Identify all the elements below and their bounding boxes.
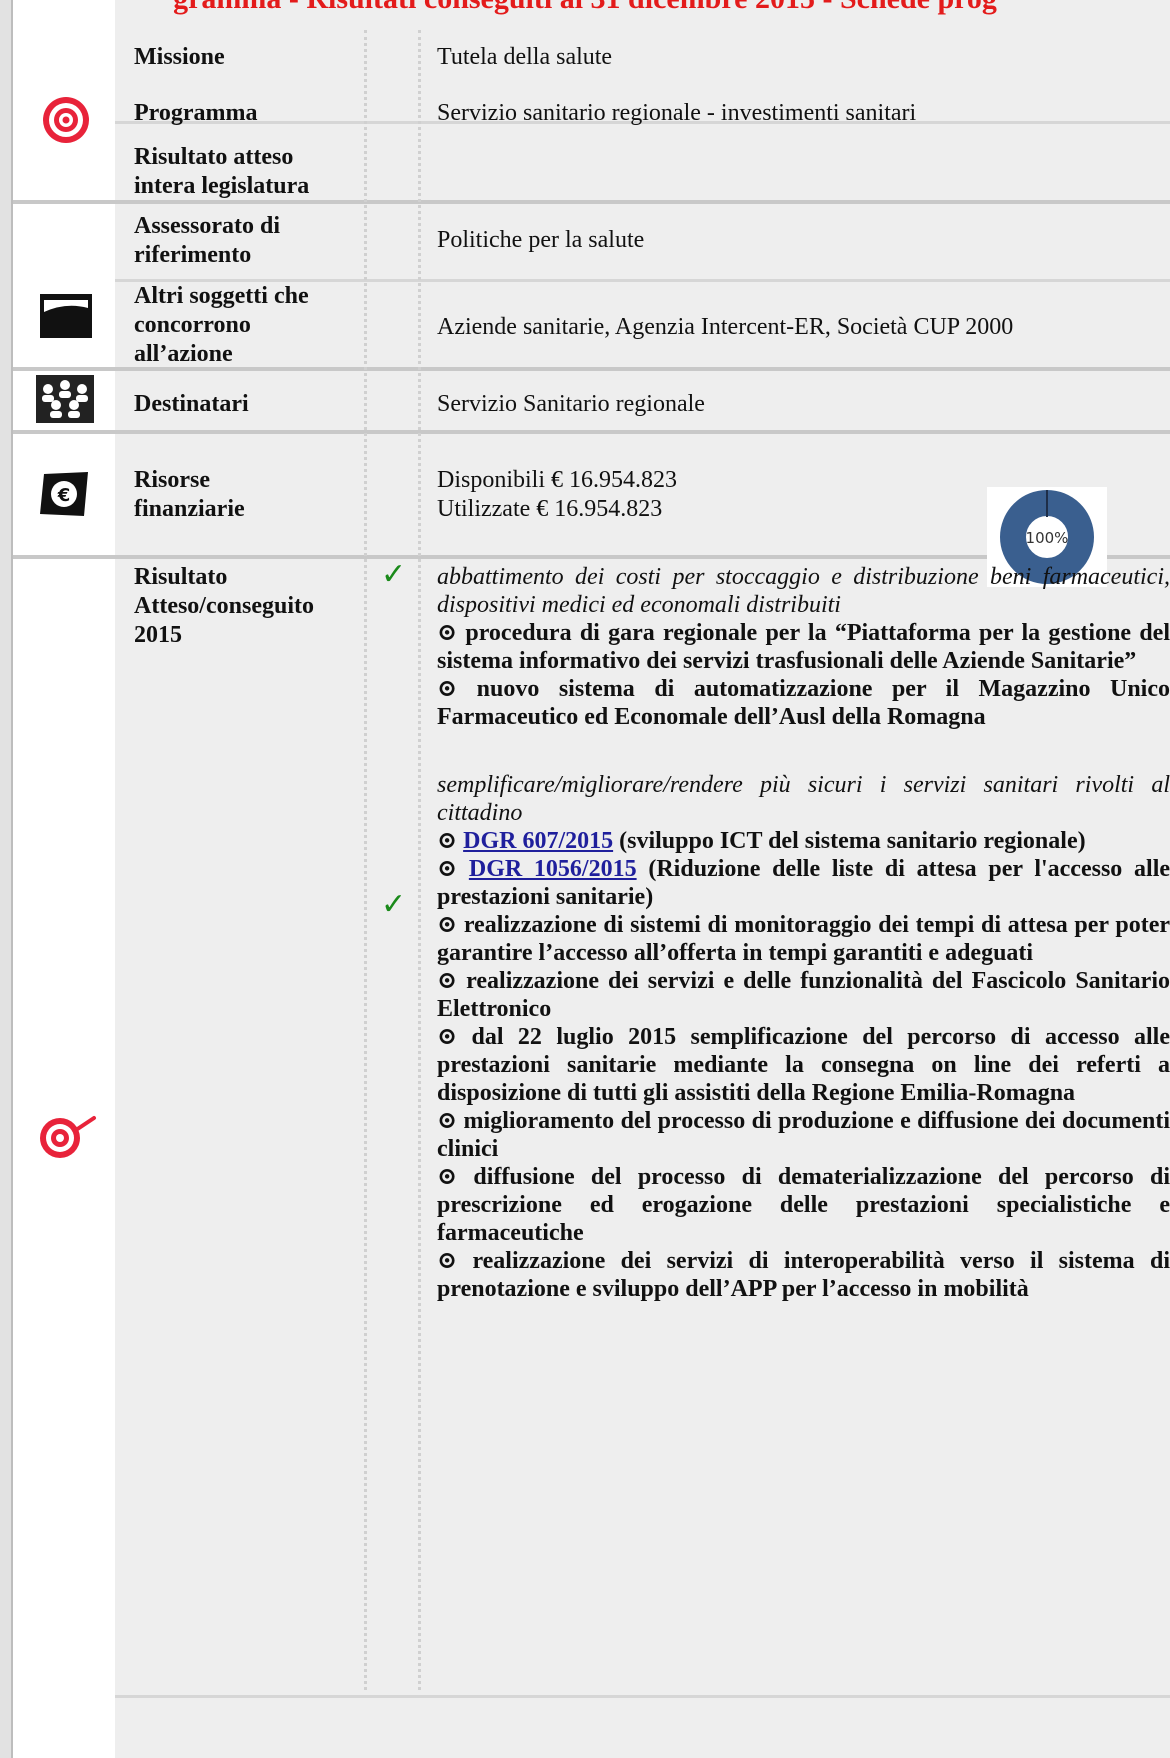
result-item: ⊙ DGR 1056/2015 (Riduzione delle liste d… <box>437 855 1170 911</box>
label-line: Atteso/conseguito <box>134 593 314 619</box>
value-missione: Tutela della salute <box>437 44 613 70</box>
label-line: 2015 <box>134 622 182 648</box>
results-text: abbattimento dei costi per stoccaggio e … <box>437 563 1170 1303</box>
check-icon: ✓ <box>381 888 407 921</box>
result-item: ⊙ DGR 607/2015 (sviluppo ICT del sistema… <box>437 827 1170 855</box>
result-item-text: realizzazione di sistemi di monitoraggio… <box>437 912 1170 966</box>
result-item: ⊙ realizzazione dei servizi di interoper… <box>437 1247 1170 1303</box>
label-line: Assessorato di <box>134 213 281 239</box>
result-item: ⊙ dal 22 luglio 2015 semplificazione del… <box>437 1023 1170 1107</box>
left-frame-border <box>0 0 13 1758</box>
result-item-text: realizzazione dei servizi di interoperab… <box>437 1248 1170 1302</box>
result-item: ⊙ nuovo sistema di automatizzazione per … <box>437 675 1170 731</box>
value-programma: Servizio sanitario regionale - investime… <box>437 100 917 126</box>
label-programma: Programma <box>134 100 258 126</box>
label-risorse: Risorse finanziarie <box>134 466 245 524</box>
bullet-icon: ⊙ <box>437 1164 458 1190</box>
risorse-disponibili: Disponibili € 16.954.823 <box>437 467 678 493</box>
results-intro: abbattimento dei costi per stoccaggio e … <box>437 564 1170 618</box>
value-destinatari: Servizio Sanitario regionale <box>437 391 705 417</box>
label-destinatari: Destinatari <box>134 391 249 417</box>
bullet-icon: ⊙ <box>437 620 458 646</box>
label-line: Risorse <box>134 467 210 493</box>
page-title: gramma - Risultati conseguiti al 31 dice… <box>0 0 1170 22</box>
label-risultato-2015: Risultato Atteso/conseguito 2015 <box>134 563 314 650</box>
result-item-text: miglioramento del processo di produzione… <box>437 1108 1170 1162</box>
label-line: Risultato <box>134 564 228 590</box>
result-item: ⊙ miglioramento del processo di produzio… <box>437 1107 1170 1163</box>
check-icon: ✓ <box>381 558 407 591</box>
section-separator <box>13 430 1170 434</box>
result-item: ⊙ diffusione del processo di demateriali… <box>437 1163 1170 1247</box>
dgr-607-link[interactable]: DGR 607/2015 <box>463 828 613 854</box>
chart-center-label: 100% <box>1026 529 1069 547</box>
label-line: riferimento <box>134 242 252 268</box>
bullet-icon: ⊙ <box>437 1024 458 1050</box>
result-item-text: nuovo sistema di automatizzazione per il… <box>437 676 1170 730</box>
value-altri-soggetti: Aziende sanitarie, Agenzia Intercent-ER,… <box>437 314 1014 340</box>
result-item: ⊙ procedura di gara regionale per la “Pi… <box>437 619 1170 675</box>
column-divider <box>418 30 421 1690</box>
results-intro: semplificare/migliorare/rendere più sicu… <box>437 772 1170 826</box>
result-item-text: diffusione del processo di dematerializz… <box>437 1164 1170 1246</box>
label-line: all’azione <box>134 341 233 367</box>
bottom-separator <box>115 1695 1170 1698</box>
column-divider <box>364 30 367 1690</box>
label-risultato-atteso: Risultato atteso intera legislatura <box>134 143 309 201</box>
dgr-1056-link[interactable]: DGR 1056/2015 <box>469 856 637 882</box>
result-item-text: realizzazione dei servizi e delle funzio… <box>437 968 1170 1022</box>
result-item-text: (sviluppo ICT del sistema sanitario regi… <box>619 828 1086 854</box>
euro-icon: € <box>40 472 88 516</box>
label-assessorato: Assessorato di riferimento <box>134 212 280 270</box>
bullet-icon: ⊙ <box>437 1108 458 1134</box>
result-item: ⊙ realizzazione dei servizi e delle funz… <box>437 967 1170 1023</box>
label-line: concorrono <box>134 312 251 338</box>
bullet-icon: ⊙ <box>437 912 458 938</box>
bullet-icon: ⊙ <box>437 856 458 882</box>
label-line: Altri soggetti che <box>134 283 309 309</box>
target-dart-icon <box>40 1116 96 1158</box>
icon-column <box>13 0 115 1758</box>
value-risorse: Disponibili € 16.954.823 Utilizzate € 16… <box>437 466 677 524</box>
bullet-icon: ⊙ <box>437 828 458 854</box>
result-item-text: dal 22 luglio 2015 semplificazione del p… <box>437 1024 1170 1106</box>
target-icon <box>43 97 89 143</box>
label-line: intera legislatura <box>134 173 310 199</box>
value-assessorato: Politiche per la salute <box>437 227 645 253</box>
svg-text:€: € <box>57 485 71 506</box>
people-icon <box>36 375 94 423</box>
label-line: finanziarie <box>134 496 245 522</box>
result-item-text: procedura di gara regionale per la “Piat… <box>437 620 1170 674</box>
flag-icon <box>40 294 92 338</box>
label-altri-soggetti: Altri soggetti che concorrono all’azione <box>134 282 309 369</box>
bullet-icon: ⊙ <box>437 1248 458 1274</box>
risorse-utilizzate: Utilizzate € 16.954.823 <box>437 496 663 522</box>
bullet-icon: ⊙ <box>437 968 458 994</box>
bullet-icon: ⊙ <box>437 676 458 702</box>
result-item: ⊙ realizzazione di sistemi di monitoragg… <box>437 911 1170 967</box>
label-line: Risultato atteso <box>134 144 294 170</box>
label-missione: Missione <box>134 44 225 70</box>
